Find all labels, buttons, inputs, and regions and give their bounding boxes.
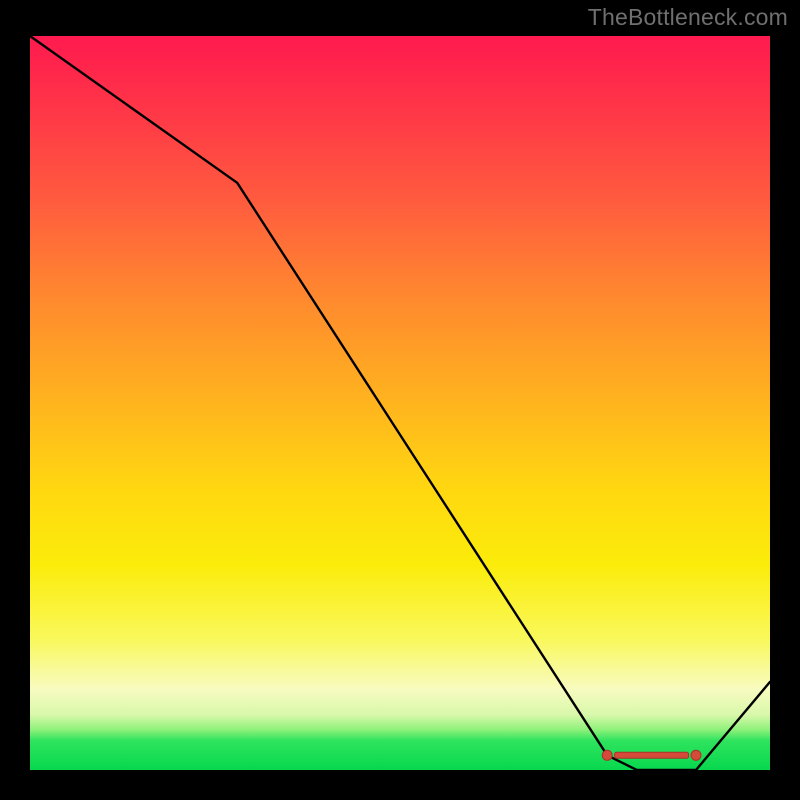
chart-overlay <box>30 36 770 770</box>
minimum-dot-right <box>691 750 701 760</box>
attribution-text: TheBottleneck.com <box>588 4 788 31</box>
minimum-bar-marker <box>615 752 689 758</box>
plot-area <box>30 36 770 770</box>
chart-wrapper: TheBottleneck.com <box>0 0 800 800</box>
minimum-dot-left <box>602 750 612 760</box>
chart-curve <box>30 36 770 770</box>
